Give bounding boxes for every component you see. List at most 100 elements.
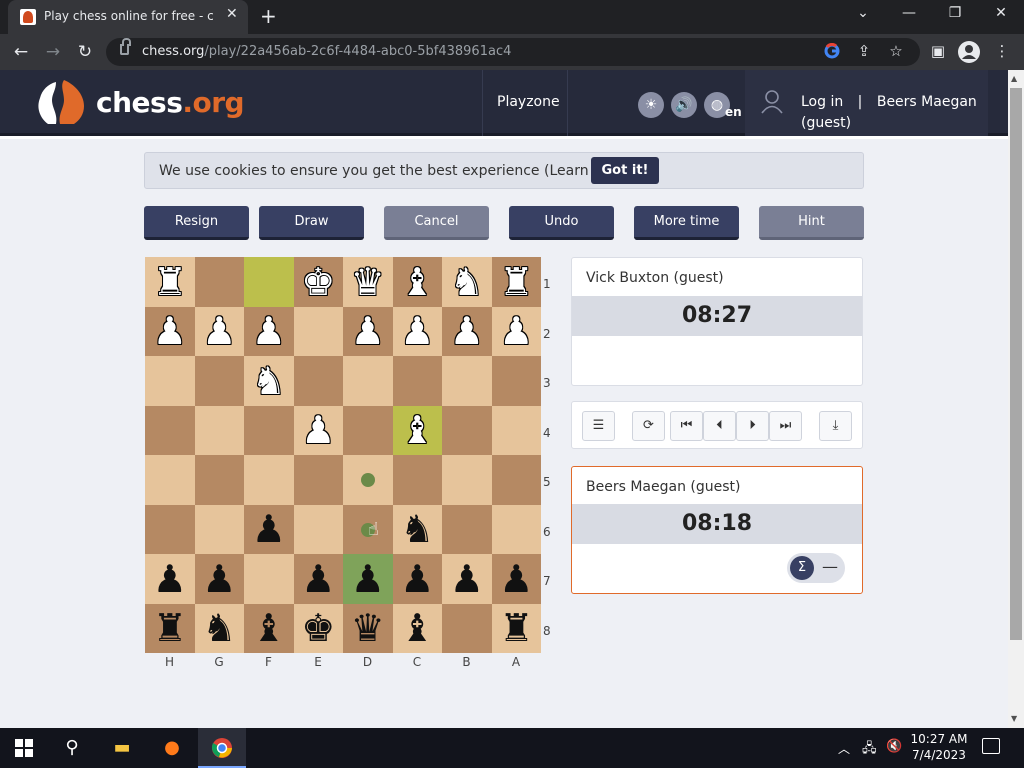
sigma-toggle[interactable]: Σ — [787, 553, 845, 583]
black-knight-icon[interactable]: ♞ [400, 510, 434, 548]
url-text[interactable]: chess.org/play/22a456ab-2c6f-4484-abc0-5… [142, 44, 511, 59]
square-e3[interactable] [293, 356, 343, 406]
resign-button[interactable]: Resign [144, 206, 249, 240]
scroll-up-icon[interactable]: ▲ [1011, 74, 1017, 83]
forward-icon[interactable]: → [42, 42, 64, 62]
white-king-icon[interactable]: ♚ [301, 263, 335, 301]
square-a6[interactable] [491, 504, 541, 554]
black-queen-icon[interactable]: ♛ [351, 609, 385, 647]
tab-close-icon[interactable]: ✕ [226, 6, 238, 22]
white-rook-icon[interactable]: ♜ [153, 263, 187, 301]
taskbar-clock[interactable]: 10:27 AM 7/4/2023 [908, 731, 970, 763]
square-a8[interactable]: ♜ [491, 603, 541, 653]
square-f4[interactable] [244, 405, 294, 455]
google-icon[interactable] [822, 42, 842, 63]
white-pawn-icon[interactable]: ♟ [301, 411, 335, 449]
square-c4[interactable]: ♝ [392, 405, 442, 455]
square-c3[interactable] [392, 356, 442, 406]
square-f8[interactable]: ♝ [244, 603, 294, 653]
restore-button[interactable]: ❐ [940, 5, 970, 21]
black-pawn-icon[interactable]: ♟ [351, 560, 385, 598]
undo-button[interactable]: Undo [509, 206, 614, 240]
white-bishop-icon[interactable]: ♝ [400, 411, 434, 449]
square-e7[interactable]: ♟ [293, 554, 343, 604]
login-link[interactable]: Log in [801, 94, 843, 110]
black-king-icon[interactable]: ♚ [301, 609, 335, 647]
first-move-icon[interactable]: ⏮ [670, 411, 703, 441]
square-h6[interactable] [145, 504, 195, 554]
square-h1[interactable]: ♜ [145, 257, 195, 307]
square-h2[interactable]: ♟ [145, 306, 195, 356]
square-b6[interactable] [442, 504, 492, 554]
square-e8[interactable]: ♚ [293, 603, 343, 653]
logo-text[interactable]: chess.org [96, 86, 245, 119]
sidebar-icon[interactable]: ▣ [928, 42, 948, 60]
square-f5[interactable] [244, 455, 294, 505]
black-pawn-icon[interactable]: ♟ [400, 560, 434, 598]
black-pawn-icon[interactable]: ♟ [499, 560, 533, 598]
black-rook-icon[interactable]: ♜ [499, 609, 533, 647]
square-g1[interactable] [194, 257, 244, 307]
square-f6[interactable]: ♟ [244, 504, 294, 554]
black-pawn-icon[interactable]: ♟ [202, 560, 236, 598]
volume-muted-icon[interactable]: 🔇 [886, 739, 902, 754]
square-a3[interactable] [491, 356, 541, 406]
square-f3[interactable]: ♞ [244, 356, 294, 406]
bookmark-star-icon[interactable]: ☆ [886, 42, 906, 60]
scrollbar-thumb[interactable] [1010, 88, 1022, 640]
black-rook-icon[interactable]: ♜ [153, 609, 187, 647]
white-pawn-icon[interactable]: ♟ [153, 312, 187, 350]
black-pawn-icon[interactable]: ♟ [450, 560, 484, 598]
sound-icon[interactable]: 🔊 [671, 92, 697, 118]
square-h5[interactable] [145, 455, 195, 505]
cookie-accept-button[interactable]: Got it! [591, 157, 659, 184]
move-hint-dot[interactable] [361, 473, 375, 487]
black-pawn-icon[interactable]: ♟ [301, 560, 335, 598]
black-pawn-icon[interactable]: ♟ [153, 560, 187, 598]
new-tab-button[interactable]: + [260, 4, 277, 28]
white-knight-icon[interactable]: ♞ [252, 362, 286, 400]
download-icon[interactable]: ⤓ [819, 411, 852, 441]
white-pawn-icon[interactable]: ♟ [202, 312, 236, 350]
square-d2[interactable]: ♟ [343, 306, 393, 356]
window-close-button[interactable]: ✕ [986, 5, 1016, 21]
square-e5[interactable] [293, 455, 343, 505]
square-h3[interactable] [145, 356, 195, 406]
language-code[interactable]: en [725, 105, 742, 119]
square-g5[interactable] [194, 455, 244, 505]
white-bishop-icon[interactable]: ♝ [400, 263, 434, 301]
black-knight-icon[interactable]: ♞ [202, 609, 236, 647]
notation-icon[interactable]: ☰ [582, 411, 615, 441]
logo-icon[interactable] [34, 78, 88, 128]
chrome-taskbar-icon[interactable] [198, 728, 246, 768]
white-knight-icon[interactable]: ♞ [450, 263, 484, 301]
firefox-icon[interactable]: ● [148, 728, 196, 768]
white-pawn-icon[interactable]: ♟ [450, 312, 484, 350]
square-e2[interactable] [293, 306, 343, 356]
theme-toggle-icon[interactable]: ☀ [638, 92, 664, 118]
square-c1[interactable]: ♝ [392, 257, 442, 307]
square-c2[interactable]: ♟ [392, 306, 442, 356]
square-f1[interactable] [244, 257, 294, 307]
nav-playzone[interactable]: Playzone [482, 70, 568, 136]
search-icon[interactable]: ⚲ [48, 728, 96, 768]
square-a2[interactable]: ♟ [491, 306, 541, 356]
square-c5[interactable] [392, 455, 442, 505]
square-e4[interactable]: ♟ [293, 405, 343, 455]
lock-icon[interactable] [120, 38, 131, 55]
square-c8[interactable]: ♝ [392, 603, 442, 653]
notification-icon[interactable] [982, 738, 1000, 754]
black-bishop-icon[interactable]: ♝ [400, 609, 434, 647]
white-queen-icon[interactable]: ♛ [351, 263, 385, 301]
chess-board[interactable]: ♜ ♚ ♛ ♝ ♞ ♜ ♟ ♟ ♟ ♟ ♟ ♟ ♟ ♞ ♟ ♝ ♟ ♞ ♟ ♟ ♟ ♟ ♟ ♟ ♟ ♜ ♞ ♝ ♚ ♛ ♝ ♜ [145, 257, 541, 653]
square-d1[interactable]: ♛ [343, 257, 393, 307]
square-d8[interactable]: ♛ [343, 603, 393, 653]
square-d3[interactable] [343, 356, 393, 406]
last-move-icon[interactable]: ⏭ [769, 411, 802, 441]
square-g7[interactable]: ♟ [194, 554, 244, 604]
square-b2[interactable]: ♟ [442, 306, 492, 356]
reload-icon[interactable]: ↻ [74, 42, 96, 62]
square-a5[interactable] [491, 455, 541, 505]
browser-tab[interactable]: Play chess online for free - chess.org ✕ [8, 0, 248, 34]
black-bishop-icon[interactable]: ♝ [252, 609, 286, 647]
